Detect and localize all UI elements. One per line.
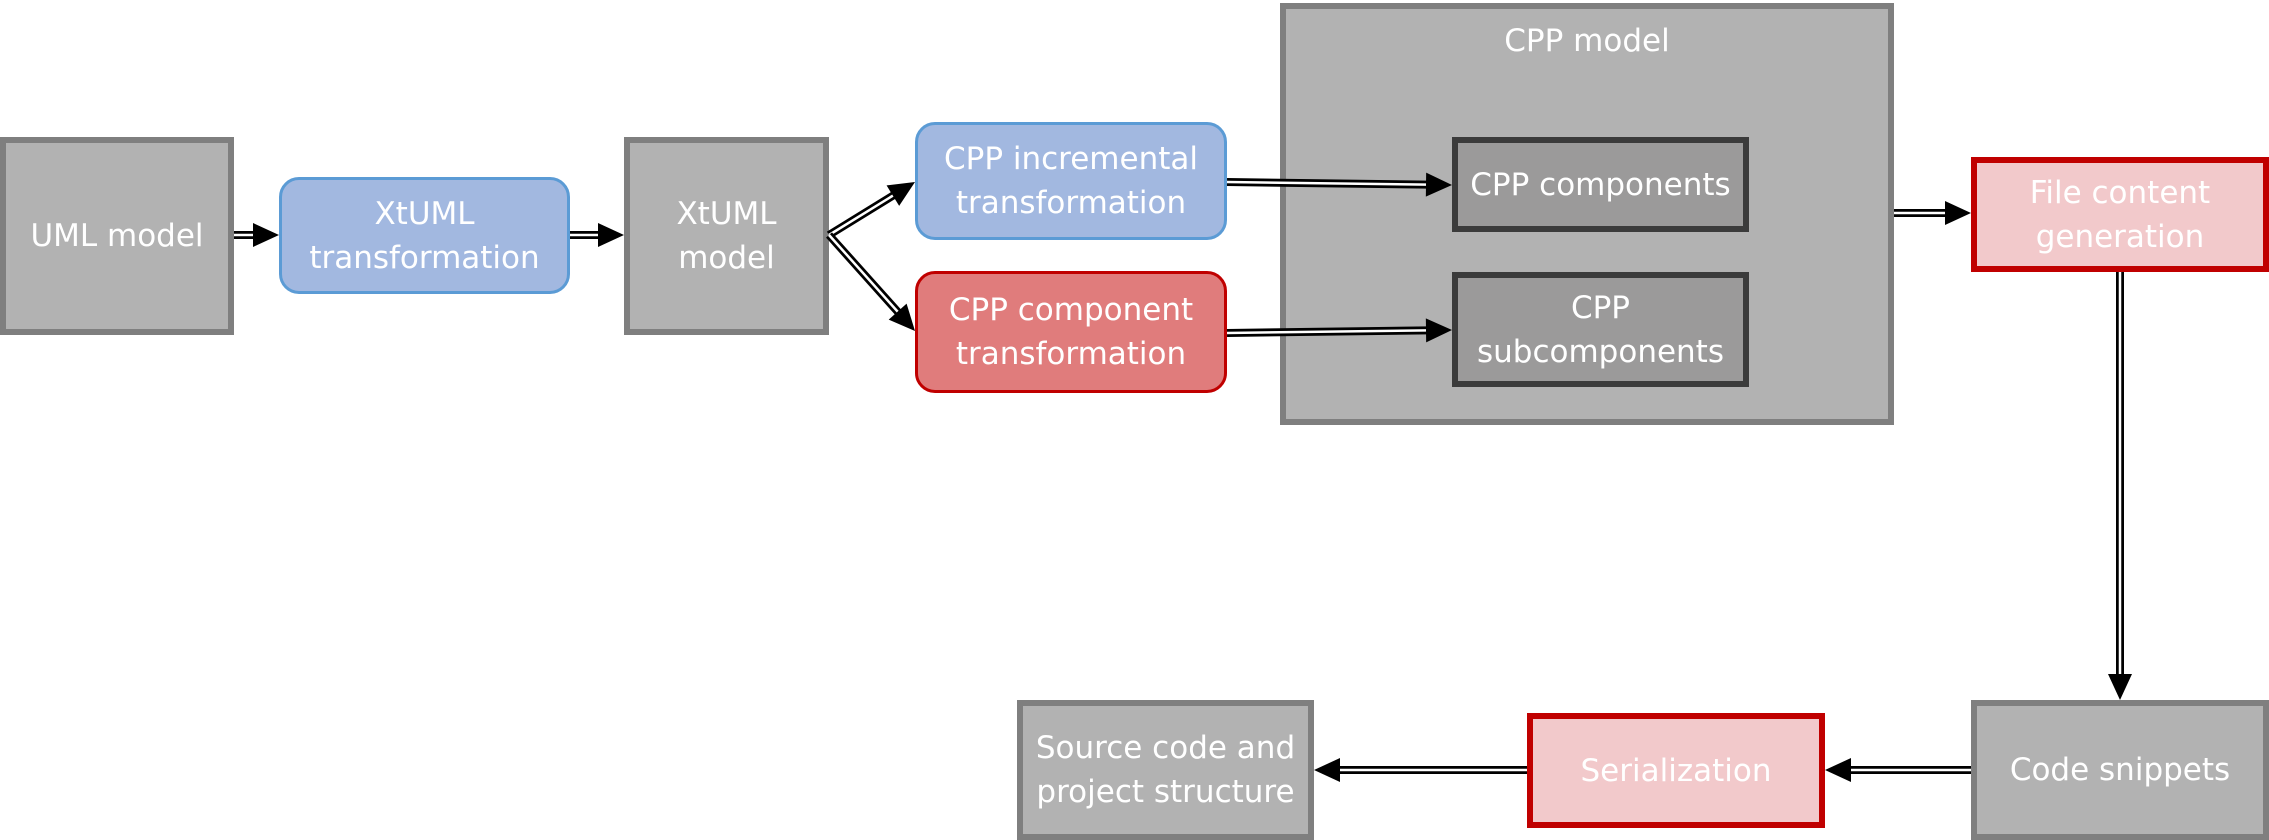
node-cpp-components-label: CPP components <box>1470 166 1731 203</box>
arrowhead-icon <box>253 223 279 247</box>
node-cpp-incremental-transformation[interactable]: CPP incremental transformation <box>915 122 1227 240</box>
arrow-xtuml-model-to-cpp-component <box>826 232 915 331</box>
node-uml-model-label: UML model <box>30 218 204 254</box>
node-cpp-component-transformation[interactable]: CPP component transformation <box>915 271 1227 393</box>
arrowhead-icon <box>1945 201 1971 225</box>
arrowhead-icon <box>2108 674 2132 700</box>
arrow-serialization-to-source-code <box>1314 758 1527 782</box>
node-source-code-and-project-structure-label: Source code and project structure <box>1035 730 1296 810</box>
arrowhead-icon <box>1314 758 1340 782</box>
node-xtuml-model-label: XtUML model <box>676 196 777 276</box>
node-cpp-components[interactable]: CPP components <box>1452 137 1749 232</box>
arrowhead-icon <box>1825 758 1851 782</box>
node-file-content-generation[interactable]: File content generation <box>1971 157 2269 272</box>
node-cpp-model-label: CPP model <box>1504 23 1670 59</box>
node-serialization[interactable]: Serialization <box>1527 713 1825 828</box>
node-serialization-label: Serialization <box>1580 752 1772 789</box>
node-code-snippets-label: Code snippets <box>2009 752 2231 788</box>
arrow-xtuml-transformation-to-xtuml-model <box>570 223 624 247</box>
node-uml-model[interactable]: UML model <box>0 137 234 335</box>
node-code-snippets[interactable]: Code snippets <box>1971 700 2269 840</box>
node-cpp-component-transformation-label: CPP component transformation <box>948 292 1194 372</box>
pipeline-diagram: CPP model UML model XtUML transformation… <box>0 0 2269 840</box>
node-cpp-subcomponents[interactable]: CPP subcomponents <box>1452 272 1749 387</box>
arrowhead-icon <box>888 303 915 331</box>
arrow-xtuml-model-to-cpp-incremental <box>826 182 915 239</box>
arrow-uml-to-xtuml-transformation <box>234 223 279 247</box>
node-xtuml-model[interactable]: XtUML model <box>624 137 829 335</box>
node-source-code-and-project-structure[interactable]: Source code and project structure <box>1017 700 1314 840</box>
arrow-cpp-model-to-file-content-generation <box>1894 201 1971 225</box>
arrow-file-content-generation-to-code-snippets <box>2108 272 2132 700</box>
node-xtuml-transformation[interactable]: XtUML transformation <box>279 177 570 294</box>
arrowhead-icon <box>598 223 624 247</box>
node-cpp-subcomponents-label: CPP subcomponents <box>1476 289 1724 370</box>
node-xtuml-transformation-label: XtUML transformation <box>309 195 540 276</box>
node-file-content-generation-label: File content generation <box>2029 174 2211 255</box>
arrowhead-icon <box>886 182 915 206</box>
arrow-code-snippets-to-serialization <box>1825 758 1971 782</box>
node-cpp-incremental-transformation-label: CPP incremental transformation <box>943 141 1198 221</box>
